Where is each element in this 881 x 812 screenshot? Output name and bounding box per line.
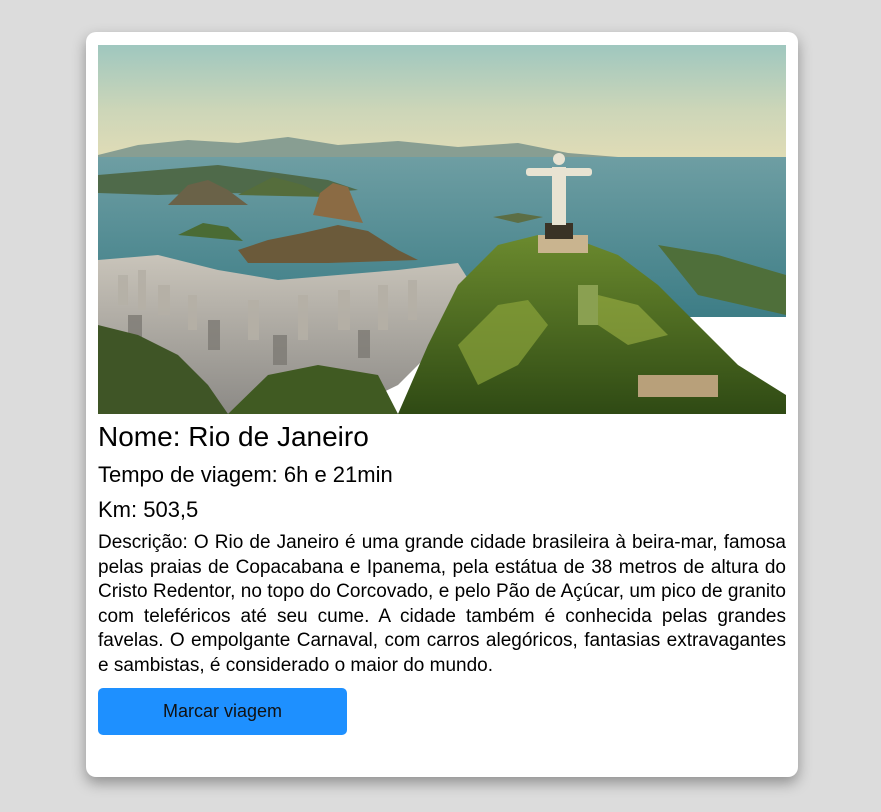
distance-km: Km: 503,5 [98,497,199,522]
destination-card: Nome: Rio de Janeiro Tempo de viagem: 6h… [86,32,798,777]
destination-photo [98,45,786,414]
destination-name: Nome: Rio de Janeiro [98,421,369,452]
destination-description: Descrição: O Rio de Janeiro é uma grande… [98,532,786,676]
travel-time: Tempo de viagem: 6h e 21min [98,462,393,487]
book-trip-button[interactable]: Marcar viagem [98,688,347,735]
